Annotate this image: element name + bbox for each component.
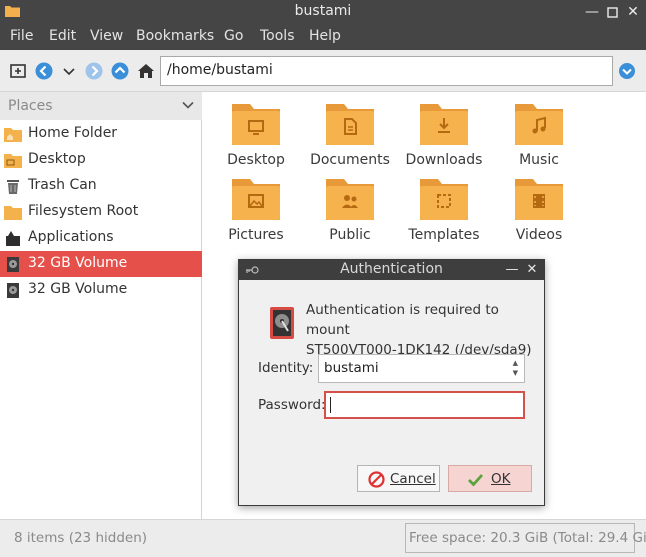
downloads-folder-icon [420,104,468,145]
go-dropdown-icon[interactable] [617,61,637,81]
file-item-videos[interactable]: Videos [489,177,589,243]
up-icon[interactable] [110,61,130,81]
home-folder-icon [4,128,22,142]
trash-icon [7,180,19,194]
window-titlebar: bustami — ✕ [0,0,646,24]
sidebar-item-label: Applications [28,229,114,245]
applications-icon [6,231,20,246]
checkmark-icon [468,474,484,487]
sidebar-item-home-folder[interactable]: Home Folder [0,121,202,147]
sidebar-item-label: Filesystem Root [28,203,139,219]
cancel-icon [368,471,385,488]
menu-help[interactable]: Help [309,28,341,44]
menu-tools[interactable]: Tools [260,28,295,44]
file-item-label: Desktop [227,152,285,168]
videos-folder-icon [515,179,563,220]
music-folder-icon [515,104,563,145]
close-icon[interactable]: ✕ [524,261,540,279]
places-header[interactable]: Places [0,92,202,120]
home-icon[interactable] [136,61,156,81]
forward-icon[interactable] [84,61,104,81]
menu-bookmarks[interactable]: Bookmarks [136,28,214,44]
file-item-documents[interactable]: Documents [300,102,400,168]
password-label: Password: [258,397,326,413]
identity-value: bustami [324,360,379,376]
places-header-label: Places [8,98,53,114]
status-item-count: 8 items (23 hidden) [14,530,148,546]
file-item-label: Music [519,152,559,168]
pictures-folder-icon [232,179,280,220]
location-bar[interactable]: /home/bustami [160,56,613,86]
minimize-icon[interactable]: — [583,3,601,21]
file-item-desktop[interactable]: Desktop [206,102,306,168]
file-item-label: Videos [515,227,563,243]
places-sidebar: Places Home Folder Desktop Trash Can Fil… [0,92,202,519]
sidebar-item-filesystem-root[interactable]: Filesystem Root [0,199,202,225]
file-item-label: Public [329,227,371,243]
harddisk-icon [270,307,294,339]
file-item-label: Downloads [405,152,483,168]
menu-view[interactable]: View [90,28,123,44]
file-item-label: Templates [408,227,480,243]
ok-label: OK [491,471,511,487]
sidebar-item-32gb-volume-2[interactable]: 32 GB Volume [0,277,202,303]
sidebar-item-32gb-volume-1[interactable]: 32 GB Volume [0,251,202,277]
sidebar-item-label: 32 GB Volume [28,281,128,297]
cancel-label: Cancel [390,471,436,487]
sidebar-item-label: Trash Can [28,177,97,193]
menu-file[interactable]: File [10,28,33,44]
dialog-titlebar: Authentication — ✕ [239,260,544,280]
ok-button[interactable]: OK [448,465,532,492]
maximize-icon[interactable] [603,3,621,21]
select-arrows-icon: ▲ ▼ [512,359,518,377]
window-title: bustami [294,3,352,19]
history-dropdown-icon[interactable] [59,61,79,81]
identity-label: Identity: [258,360,314,376]
file-item-downloads[interactable]: Downloads [394,102,494,168]
desktop-folder-icon [232,104,280,145]
back-icon[interactable] [34,61,54,81]
drive-icon [7,257,19,272]
file-item-public[interactable]: Public [300,177,400,243]
drive-icon [7,283,19,298]
desktop-folder-icon [4,154,22,168]
menubar: File Edit View Bookmarks Go Tools Help [0,24,646,50]
status-free-space: Free space: 20.3 GiB (Total: 29.4 GiB) [405,523,646,553]
sidebar-item-desktop[interactable]: Desktop [0,147,202,173]
file-item-label: Documents [310,152,390,168]
folder-icon [4,206,22,220]
authentication-dialog: Authentication — ✕ Authentication is req… [238,259,545,506]
templates-folder-icon [420,179,468,220]
dialog-message: Authentication is required to mount ST50… [306,300,538,360]
file-item-label: Pictures [228,227,284,243]
close-icon[interactable]: ✕ [624,3,642,21]
password-field[interactable] [324,391,525,419]
file-item-music[interactable]: Music [489,102,589,168]
sidebar-item-trash[interactable]: Trash Can [0,173,202,199]
public-folder-icon [326,179,374,220]
sidebar-item-label: Home Folder [28,125,118,141]
text-caret [330,397,331,413]
minimize-icon[interactable]: — [504,261,520,279]
cancel-button[interactable]: Cancel [357,465,440,492]
menu-go[interactable]: Go [224,28,243,44]
dialog-message-line1: Authentication is required to mount [306,302,499,338]
documents-folder-icon [326,104,374,145]
chevron-down-icon[interactable] [182,100,194,110]
menu-edit[interactable]: Edit [49,28,76,44]
dialog-title: Authentication [340,261,443,277]
sidebar-item-label: Desktop [28,151,86,167]
statusbar: 8 items (23 hidden) Free space: 20.3 GiB… [0,519,646,557]
sidebar-item-label: 32 GB Volume [28,255,128,271]
file-item-pictures[interactable]: Pictures [206,177,306,243]
new-tab-icon[interactable] [8,61,28,81]
toolbar: /home/bustami [0,50,646,92]
sidebar-item-applications[interactable]: Applications [0,225,202,251]
identity-select[interactable]: bustami ▲ ▼ [318,354,525,383]
file-item-templates[interactable]: Templates [394,177,494,243]
